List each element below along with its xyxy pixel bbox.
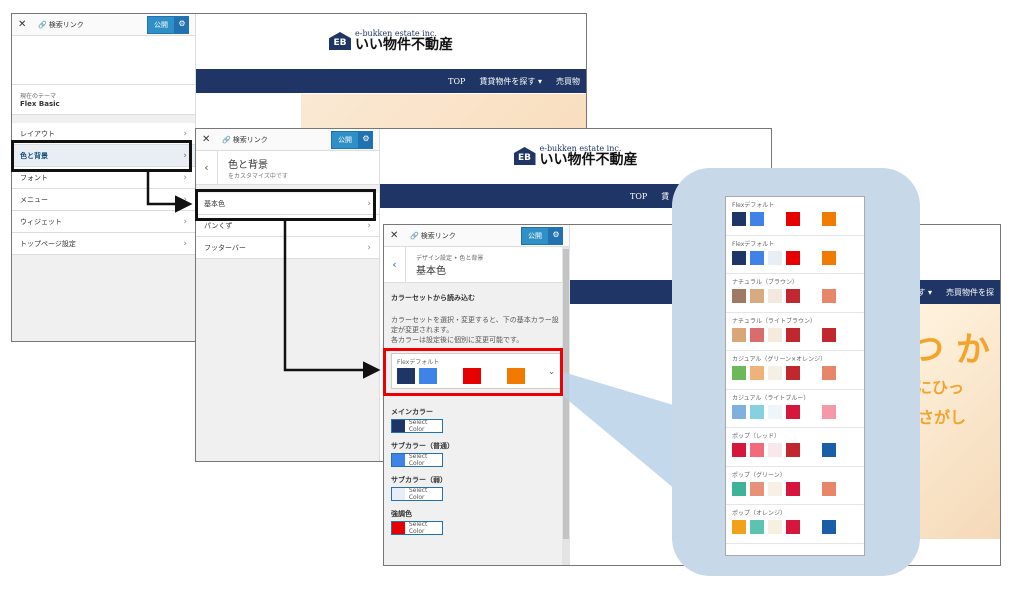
swatch (786, 250, 800, 265)
swatch (750, 404, 764, 419)
color-set-option[interactable]: ナチュラル（ライトブラウン） (726, 313, 864, 351)
swatch (732, 327, 746, 342)
swatch (822, 481, 836, 496)
swatch (732, 404, 746, 419)
color-set-option[interactable]: Flexデフォルト (726, 236, 864, 274)
color-set-name: カジュアル（グリーン×オレンジ） (732, 356, 827, 363)
swatch (804, 327, 818, 342)
color-set-option[interactable]: Flexデフォルト (726, 197, 864, 236)
swatch (732, 366, 746, 380)
swatch (804, 481, 818, 496)
color-set-name: Flexデフォルト (732, 240, 775, 248)
swatch (768, 366, 782, 380)
color-set-option[interactable]: ポップ（レッド） (726, 428, 864, 467)
swatch (750, 289, 764, 303)
swatch (804, 212, 818, 226)
swatch (768, 327, 782, 342)
swatch (804, 366, 818, 380)
swatch (822, 327, 836, 342)
color-set-option[interactable]: ポップ（オレンジ） (726, 505, 864, 544)
swatch (768, 289, 782, 303)
swatch (750, 212, 764, 226)
swatch (786, 366, 800, 380)
swatch (804, 250, 818, 265)
swatch (750, 327, 764, 342)
swatch (822, 366, 836, 380)
swatch (750, 366, 764, 380)
swatch (768, 443, 782, 457)
swatch (750, 520, 764, 534)
color-set-name: ナチュラル（ライトブラウン） (732, 317, 817, 325)
swatch (768, 520, 782, 534)
swatch (786, 520, 800, 534)
swatch (822, 520, 836, 534)
swatch (786, 443, 800, 457)
swatch (732, 481, 746, 496)
swatch (768, 250, 782, 265)
swatch (822, 443, 836, 457)
color-set-list[interactable]: Flexデフォルト Flexデフォルトナチュラル（ブラウン） ナチュラル（ライトブラ… (725, 196, 865, 556)
swatch (768, 481, 782, 496)
color-set-option[interactable]: カジュアル（グリーン×オレンジ） (726, 351, 864, 390)
swatch (768, 212, 782, 226)
swatch (822, 404, 836, 419)
swatch (786, 212, 800, 226)
swatch (732, 289, 746, 303)
swatch (804, 520, 818, 534)
color-set-name: カジュアル（ライトブルー） (732, 394, 810, 402)
arrow-1 (146, 172, 193, 213)
color-set-name: ポップ（レッド） (732, 433, 781, 440)
swatch (732, 212, 746, 226)
swatch (750, 481, 764, 496)
swatch (786, 289, 800, 303)
color-set-name: ナチュラル（ブラウン） (732, 279, 799, 286)
swatch (786, 327, 800, 342)
color-set-option[interactable]: ポップ（グリーン） (726, 467, 864, 505)
arrow-2 (283, 221, 381, 379)
swatch (750, 250, 764, 265)
swatch (732, 443, 746, 457)
swatch (732, 250, 746, 265)
swatch (804, 404, 818, 419)
swatch (786, 404, 800, 419)
swatch (822, 289, 836, 303)
color-set-option[interactable]: ナチュラル（ブラウン） (726, 274, 864, 313)
color-set-name: Flexデフォルト (732, 202, 775, 209)
swatch (822, 250, 836, 265)
color-set-name: ポップ（グリーン） (732, 471, 786, 479)
color-set-option[interactable]: カジュアル（ライトブルー） (726, 390, 864, 428)
swatch (750, 443, 764, 457)
swatch (804, 289, 818, 303)
swatch (804, 443, 818, 457)
swatch (822, 212, 836, 226)
swatch (768, 404, 782, 419)
swatch (786, 481, 800, 496)
swatch (732, 520, 746, 534)
color-set-name: ポップ（オレンジ） (732, 510, 787, 517)
